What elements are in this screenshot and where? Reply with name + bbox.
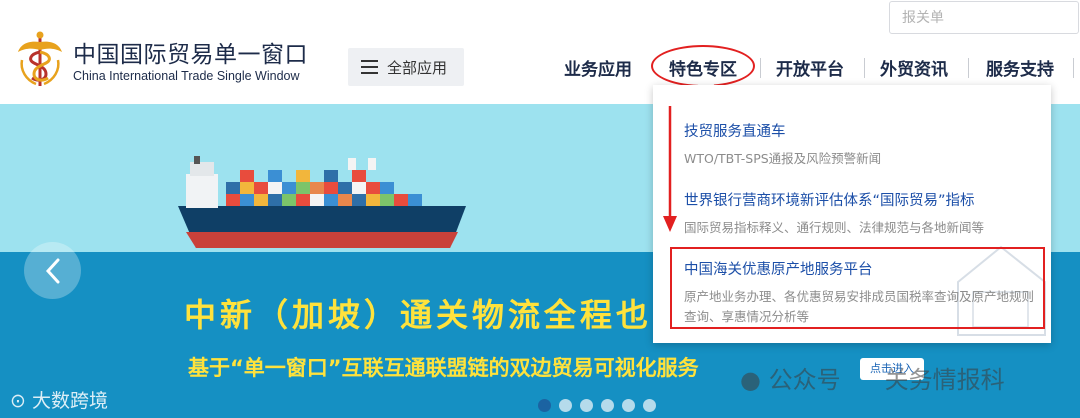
watermark-logo-icon: ⊙ xyxy=(10,390,32,412)
carousel-dot[interactable] xyxy=(580,399,593,412)
dropdown-item-trade-tech[interactable]: 技贸服务直通车 WTO/TBT-SPS通报及风险预警新闻 xyxy=(684,120,1044,169)
banner-title: 中新（加坡）通关物流全程也 xyxy=(184,296,653,334)
watermark-right-name: 关务情报科 xyxy=(884,366,1005,394)
nav-divider xyxy=(760,58,761,78)
menu-icon xyxy=(361,60,378,74)
carousel-dot[interactable] xyxy=(559,399,572,412)
carousel-dot[interactable] xyxy=(538,399,551,412)
nav-business-apps[interactable]: 业务应用 xyxy=(564,55,632,80)
search-box[interactable] xyxy=(889,1,1079,34)
single-window-logo-icon[interactable] xyxy=(16,30,64,88)
brand-subtitle[interactable]: China International Trade Single Window xyxy=(73,69,300,83)
all-apps-button[interactable]: 全部应用 xyxy=(348,48,464,86)
dropdown-item-title[interactable]: 技贸服务直通车 xyxy=(684,120,1044,141)
carousel-indicators xyxy=(538,399,656,412)
watermark-right: ● 公众号 关务情报科 xyxy=(740,360,1005,395)
chevron-left-icon xyxy=(45,258,59,283)
search-input[interactable] xyxy=(900,2,1074,34)
nav-open-platform[interactable]: 开放平台 xyxy=(776,55,844,80)
nav-trade-news[interactable]: 外贸资讯 xyxy=(880,55,948,80)
dropdown-item-desc: WTO/TBT-SPS通报及风险预警新闻 xyxy=(684,151,882,166)
dropdown-item-title[interactable]: 世界银行营商环境新评估体系“国际贸易”指标 xyxy=(684,189,1044,210)
nav-divider xyxy=(1073,58,1074,78)
brand-title[interactable]: 中国国际贸易单一窗口 xyxy=(73,35,308,69)
dropdown-item-world-bank[interactable]: 世界银行营商环境新评估体系“国际贸易”指标 国际贸易指标释义、通行规则、法律规范… xyxy=(684,189,1044,238)
down-arrow-icon xyxy=(663,106,677,232)
watermark-left-text: 大数跨境 xyxy=(31,390,108,412)
featured-zone-dropdown: 技贸服务直通车 WTO/TBT-SPS通报及风险预警新闻 世界银行营商环境新评估… xyxy=(653,85,1051,343)
watermark-right-prefix: 公众号 xyxy=(768,366,841,394)
dropdown-highlight-box xyxy=(670,247,1045,329)
all-apps-label: 全部应用 xyxy=(387,58,448,77)
carousel-dot[interactable] xyxy=(643,399,656,412)
dropdown-item-desc: 国际贸易指标释义、通行规则、法律规范与各地新闻等 xyxy=(684,220,985,235)
carousel-dot[interactable] xyxy=(622,399,635,412)
wechat-icon: ● xyxy=(740,366,761,394)
carousel-prev-button[interactable] xyxy=(24,242,81,299)
nav-divider xyxy=(968,58,969,78)
nav-service-support[interactable]: 服务支持 xyxy=(986,55,1054,80)
banner-subtitle: 基于“单一窗口”互联互通联盟链的双边贸易可视化服务 xyxy=(188,356,699,380)
watermark-left: ⊙ 大数跨境 xyxy=(10,386,108,413)
nav-divider xyxy=(864,58,865,78)
carousel-dot[interactable] xyxy=(601,399,614,412)
container-ship-illustration xyxy=(178,156,466,248)
